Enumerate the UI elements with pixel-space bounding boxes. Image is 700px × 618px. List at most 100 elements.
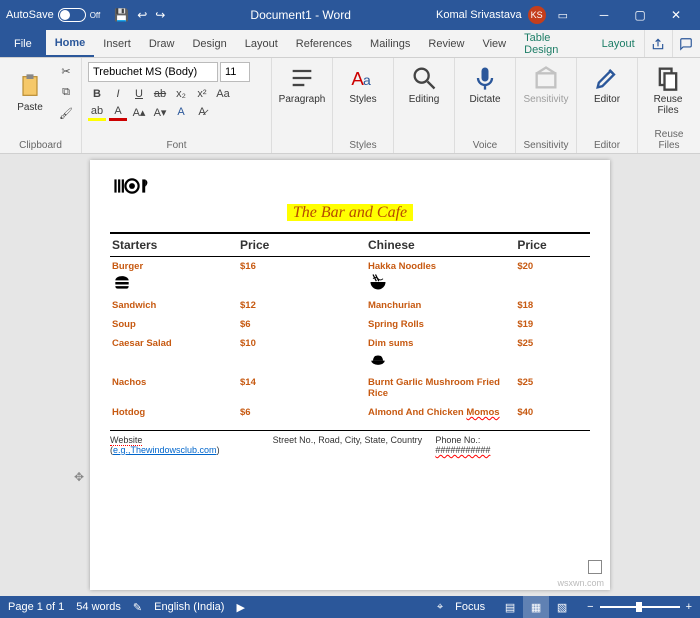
spellcheck-icon[interactable]: ✎ — [133, 601, 142, 614]
watermark: wsxwn.com — [557, 578, 604, 588]
bold-icon[interactable]: B — [88, 85, 106, 103]
subscript-icon[interactable]: x₂ — [172, 85, 190, 103]
shrink-font-icon[interactable]: A▾ — [151, 103, 169, 121]
text-effects-icon[interactable]: A — [172, 103, 190, 121]
share-button[interactable] — [644, 30, 672, 57]
menu-title: The Bar and Cafe — [110, 204, 590, 222]
strike-icon[interactable]: ab — [151, 85, 169, 103]
page[interactable]: The Bar and Cafe Starters Price Chinese … — [90, 160, 610, 590]
reuse-label: Reuse Files — [644, 94, 692, 116]
table-row[interactable]: Soup$6Spring Rolls$19 — [110, 315, 590, 334]
redo-icon[interactable]: ↪ — [155, 8, 165, 22]
table-row[interactable]: Burger$16Hakka Noodles$20 — [110, 257, 590, 297]
tab-mailings[interactable]: Mailings — [361, 30, 419, 57]
highlight-icon[interactable]: ab — [88, 103, 106, 121]
tab-draw[interactable]: Draw — [140, 30, 184, 57]
view-buttons: ▤ ▦ ▧ — [497, 596, 575, 618]
footer-website: Website (e.g.,Thewindowsclub.com) — [110, 435, 265, 455]
svg-text:a: a — [363, 72, 371, 88]
tab-file[interactable]: File — [0, 30, 46, 57]
sensitivity-button[interactable]: Sensitivity — [522, 62, 570, 107]
status-language[interactable]: English (India) — [154, 601, 224, 613]
styles-button[interactable]: Aa Styles — [339, 62, 387, 107]
tab-insert[interactable]: Insert — [94, 30, 140, 57]
footer-address: Street No., Road, City, State, Country — [273, 435, 428, 455]
focus-icon[interactable]: ⌖ — [437, 601, 443, 614]
paragraph-label: Paragraph — [279, 94, 326, 105]
user-account[interactable]: Komal Srivastava KS — [436, 6, 546, 24]
tab-references[interactable]: References — [287, 30, 361, 57]
noodles-icon — [368, 272, 513, 292]
zoom-out-icon[interactable]: − — [587, 601, 593, 613]
group-editor: Editor Editor — [577, 58, 638, 153]
status-focus[interactable]: Focus — [455, 601, 485, 613]
cell-item: Hakka Noodles — [366, 257, 515, 297]
autosave-toggle[interactable]: AutoSave Off — [6, 8, 100, 22]
cell-price: $6 — [238, 403, 313, 422]
macro-icon[interactable]: ▶ — [236, 601, 244, 614]
undo-icon[interactable]: ↩ — [137, 8, 147, 22]
save-icon[interactable]: 💾 — [114, 8, 129, 22]
col-starters: Starters — [110, 233, 238, 257]
footer-website-link[interactable]: e.g.,Thewindowsclub.com — [113, 445, 217, 455]
italic-icon[interactable]: I — [109, 85, 127, 103]
grow-font-icon[interactable]: A▴ — [130, 103, 148, 121]
copy-icon[interactable]: ⧉ — [57, 83, 75, 101]
read-mode-icon[interactable]: ▤ — [497, 596, 523, 618]
editor-button[interactable]: Editor — [583, 62, 631, 107]
font-color-icon[interactable]: A — [109, 103, 127, 121]
cell-price: $19 — [515, 315, 590, 334]
table-row[interactable]: Sandwich$12Manchurian$18 — [110, 296, 590, 315]
comments-button[interactable] — [672, 30, 700, 57]
close-button[interactable]: ✕ — [658, 0, 694, 30]
menu-table[interactable]: Starters Price Chinese Price Burger$16Ha… — [110, 232, 590, 422]
format-painter-icon[interactable]: 🖌 — [57, 104, 75, 122]
tab-review[interactable]: Review — [419, 30, 473, 57]
print-layout-icon[interactable]: ▦ — [523, 596, 549, 618]
underline-icon[interactable]: U — [130, 85, 148, 103]
minimize-button[interactable]: ─ — [586, 0, 622, 30]
document-title: Document1 - Word — [171, 8, 430, 22]
menu-hero-icon — [110, 172, 590, 200]
title-bar: AutoSave Off 💾 ↩ ↪ Document1 - Word Koma… — [0, 0, 700, 30]
table-row[interactable]: Hotdog$6Almond And Chicken Momos$40 — [110, 403, 590, 422]
footer-phone-label: Phone No.: — [435, 435, 480, 445]
maximize-button[interactable]: ▢ — [622, 0, 658, 30]
tab-design[interactable]: Design — [183, 30, 235, 57]
table-resize-handle[interactable] — [588, 560, 602, 574]
editor-label: Editor — [594, 94, 620, 105]
table-anchor-icon[interactable]: ✥ — [74, 470, 84, 484]
col-price1: Price — [238, 233, 313, 257]
web-layout-icon[interactable]: ▧ — [549, 596, 575, 618]
font-size-input[interactable] — [220, 62, 250, 82]
footer-phone-mask: ########### — [435, 445, 490, 455]
zoom-track[interactable] — [600, 606, 680, 608]
status-words[interactable]: 54 words — [76, 601, 121, 613]
cell-price: $10 — [238, 334, 313, 373]
reuse-files-button[interactable]: Reuse Files — [644, 62, 692, 118]
tab-table-layout[interactable]: Layout — [593, 30, 644, 57]
status-page[interactable]: Page 1 of 1 — [8, 601, 64, 613]
ribbon: Paste ✂ ⧉ 🖌 Clipboard B I U ab x₂ x² Aa … — [0, 58, 700, 154]
tab-home[interactable]: Home — [46, 30, 95, 57]
editing-button[interactable]: Editing — [400, 62, 448, 107]
table-row[interactable]: Nachos$14Burnt Garlic Mushroom Fried Ric… — [110, 373, 590, 403]
zoom-in-icon[interactable]: + — [686, 601, 692, 613]
dimsum-icon — [368, 349, 513, 369]
clear-format-icon[interactable]: A̷ — [193, 103, 211, 121]
tab-layout[interactable]: Layout — [236, 30, 287, 57]
font-name-input[interactable] — [88, 62, 218, 82]
ribbon-options-icon[interactable]: ▭ — [558, 9, 568, 22]
dictate-button[interactable]: Dictate — [461, 62, 509, 107]
zoom-slider[interactable]: − + — [587, 601, 692, 613]
tab-table-design[interactable]: Table Design — [515, 30, 593, 57]
superscript-icon[interactable]: x² — [193, 85, 211, 103]
document-area[interactable]: The Bar and Cafe Starters Price Chinese … — [0, 154, 700, 596]
paste-button[interactable]: Paste — [6, 70, 54, 115]
tab-view[interactable]: View — [473, 30, 515, 57]
change-case-icon[interactable]: Aa — [214, 85, 232, 103]
table-row[interactable]: Caesar Salad$10Dim sums$25 — [110, 334, 590, 373]
cell-price: $25 — [515, 334, 590, 373]
paragraph-button[interactable]: Paragraph — [278, 62, 326, 107]
cut-icon[interactable]: ✂ — [57, 62, 75, 80]
